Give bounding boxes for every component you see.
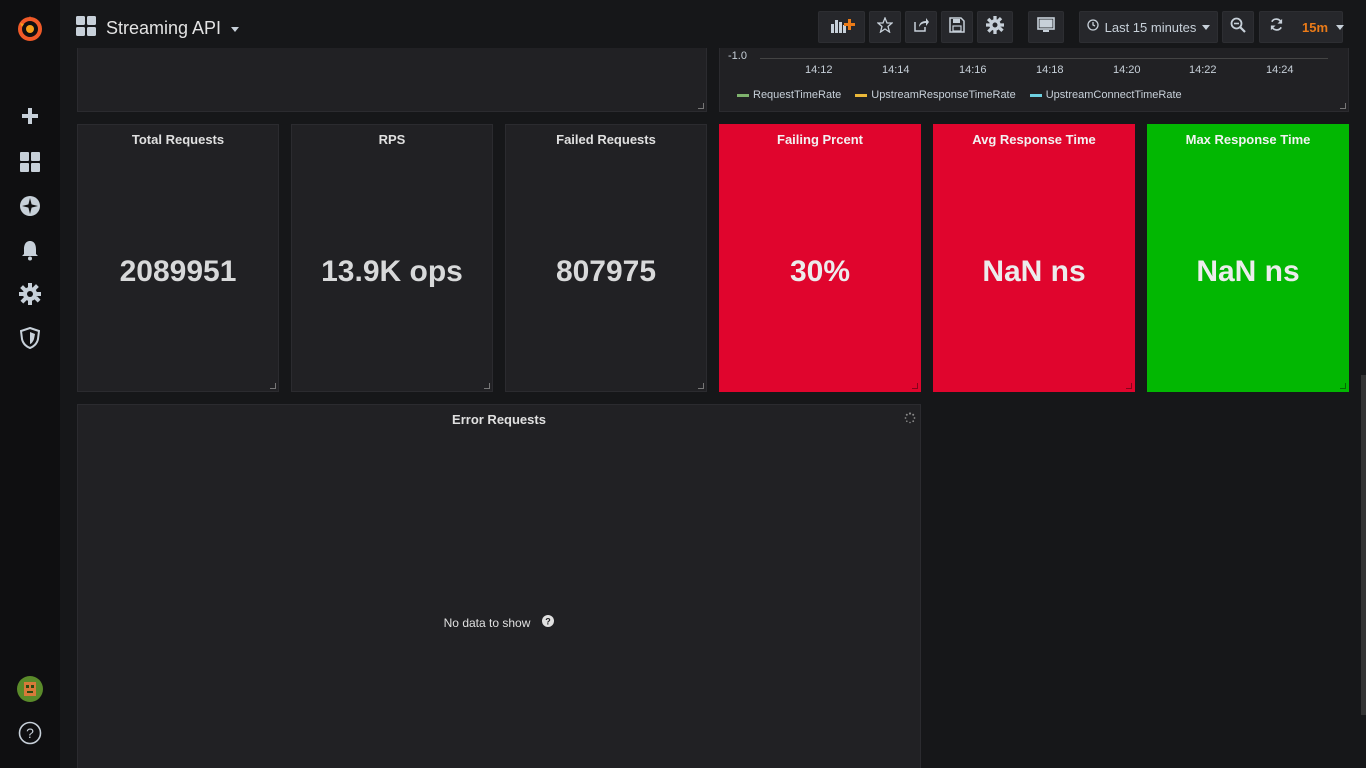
page-title: Streaming API xyxy=(106,17,222,38)
stat-panel-total-requests[interactable]: Total Requests 2089951 xyxy=(77,124,279,392)
graph-legend: RequestTimeRate UpstreamResponseTimeRate… xyxy=(737,89,1182,101)
stat-value: NaN ns xyxy=(982,255,1086,288)
graph-panel: -1.0 xyxy=(719,48,1349,112)
refresh-picker[interactable]: 15m xyxy=(1259,11,1345,43)
legend-swatch xyxy=(737,93,749,97)
stat-panel-max-response-time[interactable]: Max Response Time NaN ns xyxy=(1147,124,1349,392)
shield-icon[interactable] xyxy=(15,323,45,353)
zoom-out-button[interactable] xyxy=(1222,11,1254,43)
view-mode-button[interactable] xyxy=(1028,11,1064,43)
clock-icon xyxy=(1086,18,1099,36)
help-icon[interactable]: ? xyxy=(15,718,45,748)
x-axis-tick: 14:16 xyxy=(959,64,987,76)
x-axis-tick: 14:18 xyxy=(1036,64,1064,76)
panel-title[interactable]: Failing Prcent xyxy=(720,132,920,147)
scrollbar[interactable] xyxy=(1361,375,1366,715)
panel-top-left xyxy=(77,48,707,112)
settings-button[interactable] xyxy=(977,11,1013,43)
x-axis-tick: 14:22 xyxy=(1189,64,1217,76)
legend-item[interactable]: UpstreamResponseTimeRate xyxy=(855,89,1016,101)
chevron-down-icon xyxy=(1336,24,1345,30)
legend-label: UpstreamConnectTimeRate xyxy=(1045,89,1182,101)
stat-value: 30% xyxy=(789,255,851,288)
loading-spinner-icon xyxy=(904,411,916,429)
stat-value: 2089951 xyxy=(119,255,237,288)
sidebar: ? xyxy=(0,0,60,768)
stat-panel-rps[interactable]: RPS 13.9K ops xyxy=(291,124,493,392)
stat-panel-failed-requests[interactable]: Failed Requests 807975 xyxy=(505,124,707,392)
dashboard-title-picker[interactable]: Streaming API xyxy=(76,14,240,42)
x-axis-line xyxy=(760,58,1328,59)
panel-title[interactable]: Failed Requests xyxy=(506,132,706,147)
no-data-text: No data to show xyxy=(443,615,531,630)
time-range-picker[interactable]: Last 15 minutes xyxy=(1079,11,1218,43)
stat-value: NaN ns xyxy=(1196,255,1300,288)
gear-icon xyxy=(986,15,1004,39)
legend-item[interactable]: UpstreamConnectTimeRate xyxy=(1029,89,1182,101)
save-button[interactable] xyxy=(941,11,973,43)
panel-title[interactable]: Avg Response Time xyxy=(934,132,1134,147)
resize-handle[interactable] xyxy=(1340,383,1346,389)
panel-title[interactable]: Max Response Time xyxy=(1148,132,1348,147)
plus-icon[interactable] xyxy=(15,101,45,131)
zoom-out-icon xyxy=(1230,17,1246,38)
share-icon xyxy=(913,17,929,38)
dashboards-icon[interactable] xyxy=(15,147,45,177)
resize-handle[interactable] xyxy=(698,103,704,109)
add-panel-icon xyxy=(829,16,855,39)
svg-text:?: ? xyxy=(546,617,552,627)
add-panel-button[interactable] xyxy=(818,11,865,43)
svg-text:?: ? xyxy=(26,725,34,741)
avatar[interactable] xyxy=(15,674,45,704)
refresh-interval: 15m xyxy=(1302,19,1329,35)
star-icon xyxy=(876,15,894,38)
monitor-icon xyxy=(1037,16,1055,38)
bell-icon[interactable] xyxy=(15,235,45,265)
panel-title[interactable]: Error Requests xyxy=(78,412,920,427)
grafana-logo-icon[interactable] xyxy=(15,13,45,43)
resize-handle[interactable] xyxy=(698,383,704,389)
chevron-down-icon xyxy=(231,27,240,32)
share-button[interactable] xyxy=(905,11,937,43)
y-axis-tick: -1.0 xyxy=(728,50,747,62)
gear-icon[interactable] xyxy=(15,279,45,309)
resize-handle[interactable] xyxy=(270,383,276,389)
stat-value: 13.9K ops xyxy=(321,255,463,288)
legend-label: UpstreamResponseTimeRate xyxy=(871,89,1016,101)
error-requests-panel[interactable]: Error Requests No data to show ? xyxy=(77,404,921,768)
legend-item[interactable]: RequestTimeRate xyxy=(737,89,841,101)
dashboards-icon xyxy=(76,15,96,41)
legend-swatch xyxy=(1029,93,1042,97)
stat-value: 807975 xyxy=(555,255,657,288)
panel-title[interactable]: RPS xyxy=(292,132,492,147)
x-axis-tick: 14:12 xyxy=(805,64,833,76)
explore-icon[interactable] xyxy=(15,191,45,221)
legend-swatch xyxy=(855,93,868,97)
help-icon[interactable]: ? xyxy=(542,615,555,630)
resize-handle[interactable] xyxy=(1126,383,1132,389)
x-axis-tick: 14:14 xyxy=(882,64,910,76)
legend-label: RequestTimeRate xyxy=(753,89,842,101)
no-data-message: No data to show ? xyxy=(78,615,920,630)
panel-title[interactable]: Total Requests xyxy=(78,132,278,147)
resize-handle[interactable] xyxy=(912,383,918,389)
time-range-label: Last 15 minutes xyxy=(1104,19,1197,35)
chevron-down-icon xyxy=(1202,24,1211,30)
resize-handle[interactable] xyxy=(1340,103,1346,109)
stat-panel-failing-percent[interactable]: Failing Prcent 30% xyxy=(719,124,921,392)
save-icon xyxy=(949,16,965,38)
x-axis-tick: 14:20 xyxy=(1113,64,1141,76)
stat-panel-avg-response-time[interactable]: Avg Response Time NaN ns xyxy=(933,124,1135,392)
x-axis-tick: 14:24 xyxy=(1266,64,1294,76)
topbar: Streaming API Last 15 minutes 15m xyxy=(60,0,1366,55)
star-button[interactable] xyxy=(869,11,901,43)
resize-handle[interactable] xyxy=(484,383,490,389)
refresh-icon xyxy=(1269,17,1284,37)
